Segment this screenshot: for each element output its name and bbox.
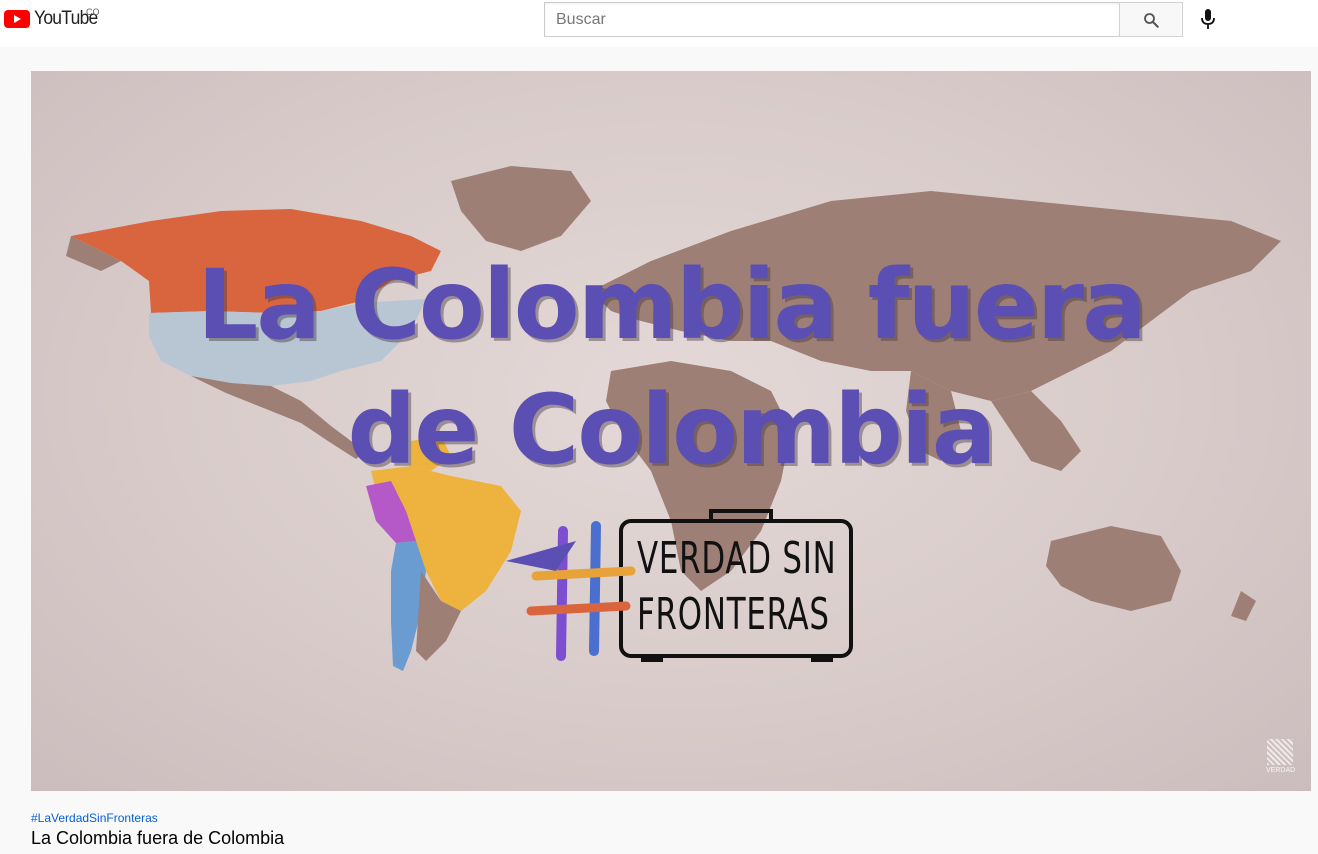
search-button[interactable] bbox=[1119, 2, 1183, 37]
thumbnail-title-line-2: de Colombia bbox=[347, 374, 997, 486]
search-input[interactable] bbox=[544, 2, 1119, 37]
microphone-icon bbox=[1201, 9, 1215, 29]
brand-text-line-1: VERDAD SIN bbox=[637, 533, 837, 584]
country-code: CO bbox=[86, 7, 100, 17]
search-bar bbox=[544, 2, 1183, 37]
youtube-play-icon bbox=[4, 10, 30, 28]
watermark-text: VERDAD bbox=[1266, 767, 1296, 774]
brand-text-line-2: FRONTERAS bbox=[637, 589, 830, 640]
thumbnail-title-line-1: La Colombia fuera bbox=[197, 249, 1147, 361]
video-title: La Colombia fuera de Colombia bbox=[31, 828, 285, 848]
video-hashtag-link[interactable]: #LaVerdadSinFronteras bbox=[31, 811, 158, 825]
voice-search-button[interactable] bbox=[1196, 7, 1220, 31]
channel-watermark: VERDAD bbox=[1266, 739, 1296, 779]
video-player-thumbnail[interactable]: La Colombia fuera de Colombia VERDAD SIN… bbox=[31, 71, 1311, 791]
search-icon bbox=[1144, 12, 1159, 28]
top-bar: YouTube CO bbox=[0, 0, 1318, 47]
watermark-logo-icon bbox=[1267, 739, 1293, 765]
